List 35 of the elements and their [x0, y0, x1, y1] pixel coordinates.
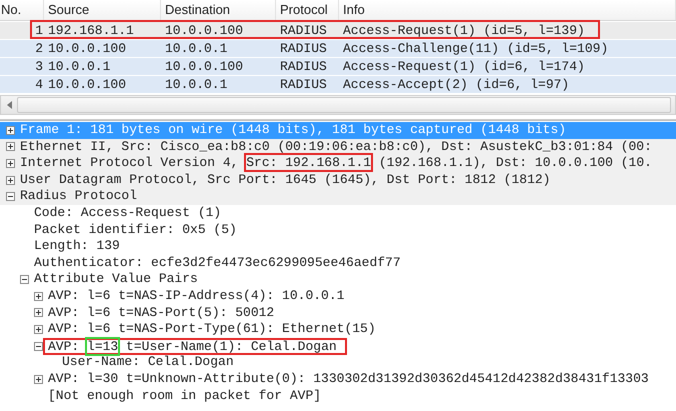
tree-item[interactable]: AVP: l=30 t=Unknown-Attribute(0): 1330302d31392d30362d45412d42382d38431f13303: [47, 370, 650, 388]
packet-row[interactable]: 3 10.0.0.1 10.0.0.100 RADIUS Access-Request(1) (id=6, l=174): [0, 58, 676, 75]
tree-item[interactable]: [Not enough room in packet for AVP]: [47, 388, 322, 404]
expand-icon[interactable]: [6, 158, 15, 168]
tree-item[interactable]: AVP: l=6 t=NAS-Port(5): 50012: [47, 304, 276, 322]
column-header[interactable]: Source: [44, 0, 161, 20]
expand-icon[interactable]: [34, 324, 43, 334]
column-header[interactable]: Info: [339, 0, 676, 20]
collapse-icon[interactable]: [6, 192, 15, 202]
tree-item[interactable]: User-Name: Celal.Dogan: [61, 354, 235, 371]
tree-item[interactable]: AVP: l=6 t=NAS-IP-Address(4): 10.0.0.1: [47, 288, 346, 305]
horizontal-scrollbar[interactable]: [0, 95, 676, 115]
column-header[interactable]: Destination: [161, 0, 276, 20]
expand-icon[interactable]: [6, 176, 15, 185]
tree-item[interactable]: Packet identifier: 0x5 (5): [33, 222, 238, 238]
tree-item[interactable]: Length: 139: [33, 238, 121, 255]
tree-item[interactable]: Radius Protocol: [19, 188, 138, 205]
packet-row[interactable]: 4 10.0.0.100 10.0.0.1 RADIUS Access-Accept(2) (id=6, l=97): [0, 76, 676, 93]
packet-row[interactable]: 1 192.168.1.1 10.0.0.100 RADIUS Access-Request(1) (id=5, l=139): [0, 22, 676, 39]
expand-icon[interactable]: [6, 142, 15, 152]
expand-icon[interactable]: [6, 126, 15, 135]
tree-item[interactable]: AVP: l=6 t=NAS-Port-Type(61): Ethernet(15): [47, 321, 377, 338]
tree-item[interactable]: Attribute Value Pairs: [33, 271, 199, 288]
collapse-icon[interactable]: [20, 275, 29, 284]
expand-icon[interactable]: [34, 374, 43, 384]
expand-icon[interactable]: [34, 292, 43, 301]
collapse-icon[interactable]: [34, 342, 43, 351]
tree-item[interactable]: AVP: l=13 t=User-Name(1): Celal.Dogan: [43, 338, 347, 355]
tree-item[interactable]: Authenticator: ecfe3d2fe4473ec6299095ee46aedf77: [33, 254, 402, 272]
expand-icon[interactable]: [34, 308, 43, 318]
tree-item[interactable]: Code: Access-Request (1): [33, 204, 222, 222]
column-header[interactable]: No.: [0, 0, 44, 20]
scroll-left-icon[interactable]: [7, 101, 13, 109]
column-header[interactable]: Protocol: [276, 0, 339, 20]
packet-row[interactable]: 2 10.0.0.100 10.0.0.1 RADIUS Access-Challenge(11) (id=5, l=109): [0, 40, 676, 57]
